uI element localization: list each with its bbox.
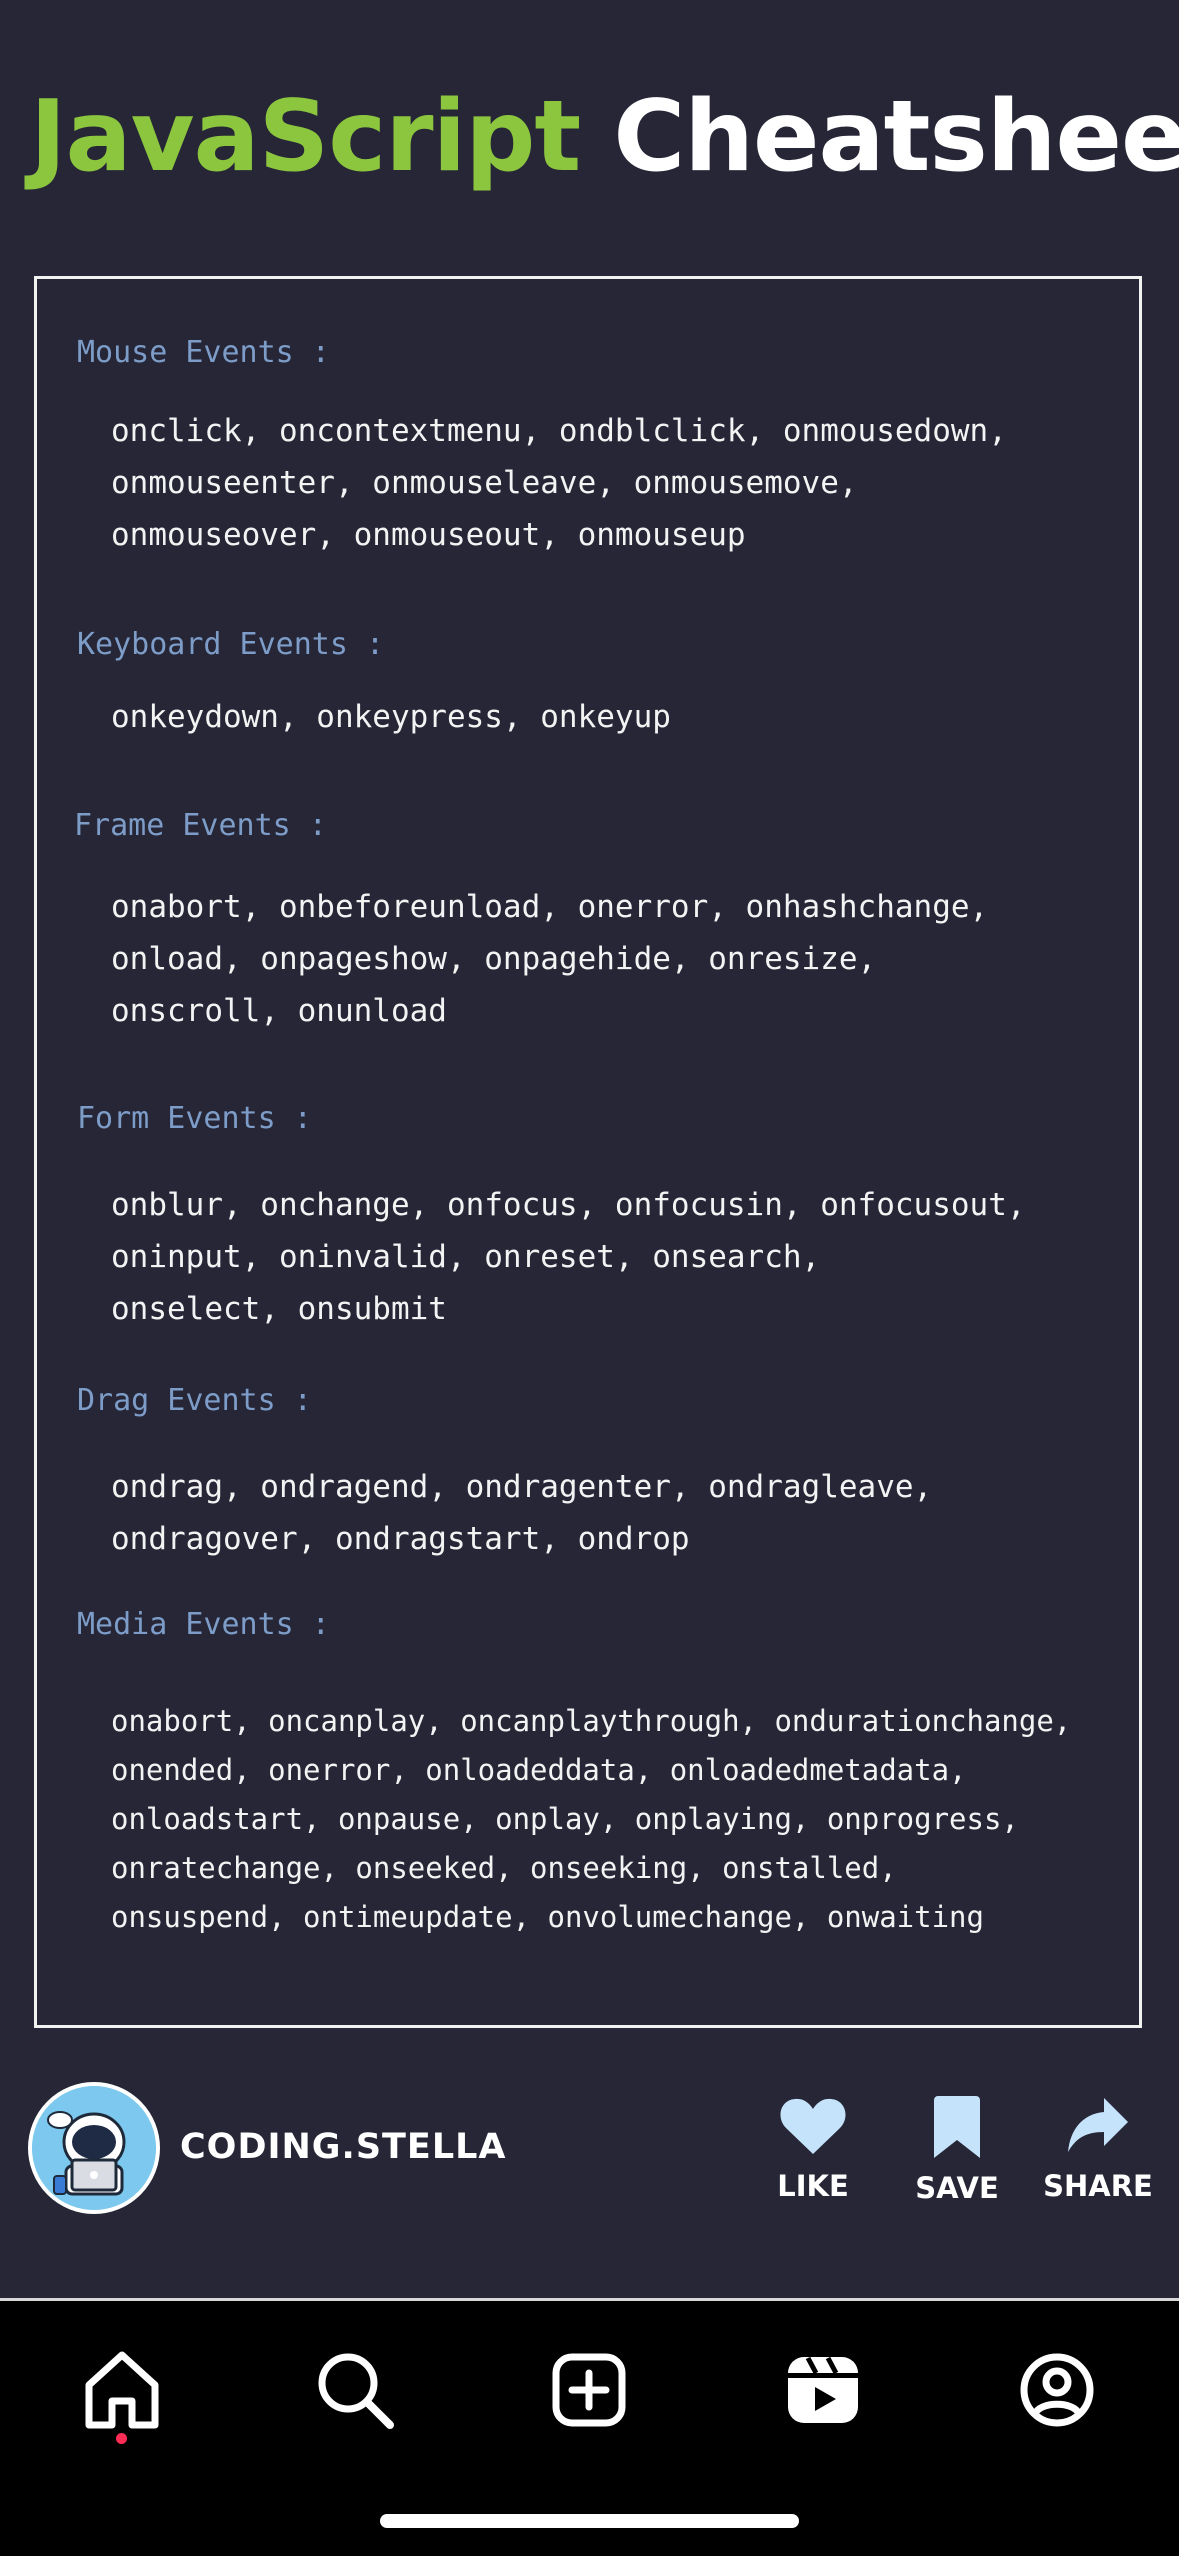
- page-title: JavaScript Cheatsheet: [30, 72, 1179, 202]
- event-line: onmouseenter, onmouseleave, onmousemove,: [111, 465, 858, 501]
- home-tab[interactable]: [77, 2345, 167, 2435]
- section-body-keyboard: onkeydown, onkeypress, onkeyup: [111, 691, 671, 743]
- share-button[interactable]: SHARE: [1033, 2096, 1163, 2206]
- section-heading-mouse: Mouse Events :: [77, 335, 330, 370]
- search-icon: [318, 2353, 394, 2429]
- section-heading-media: Media Events :: [77, 1607, 330, 1642]
- like-button[interactable]: LIKE: [748, 2096, 878, 2206]
- event-line: onloadstart, onpause, onplay, onplaying,…: [111, 1802, 1019, 1836]
- event-line: onscroll, onunload: [111, 993, 447, 1029]
- event-line: onratechange, onseeked, onseeking, onsta…: [111, 1851, 897, 1885]
- section-body-frame: onabort, onbeforeunload, onerror, onhash…: [111, 881, 988, 1037]
- home-indicator-bar: [380, 2514, 799, 2528]
- event-line: onabort, onbeforeunload, onerror, onhash…: [111, 889, 989, 925]
- section-heading-keyboard: Keyboard Events :: [77, 627, 385, 662]
- save-label: SAVE: [915, 2171, 999, 2205]
- share-arrow-icon: [1068, 2098, 1128, 2152]
- create-post-icon: [552, 2353, 626, 2427]
- event-line: oninput, oninvalid, onreset, onsearch,: [111, 1239, 821, 1275]
- astronaut-avatar-icon[interactable]: [28, 2082, 160, 2214]
- bookmark-icon: [934, 2096, 980, 2158]
- event-line: onabort, oncanplay, oncanplaythrough, on…: [111, 1704, 1072, 1738]
- section-heading-drag: Drag Events :: [77, 1383, 312, 1418]
- section-heading-form: Form Events :: [77, 1101, 312, 1136]
- event-line: onmouseover, onmouseout, onmouseup: [111, 517, 746, 553]
- title-cheatsheet: Cheatsheet: [613, 80, 1179, 194]
- event-line: onsuspend, ontimeupdate, onvolumechange,…: [111, 1900, 984, 1934]
- profile-tab[interactable]: [1012, 2345, 1102, 2435]
- astronaut-icon: [32, 2086, 156, 2210]
- event-line: onclick, oncontextmenu, ondblclick, onmo…: [111, 413, 1007, 449]
- event-line: onkeydown, onkeypress, onkeyup: [111, 699, 671, 735]
- like-label: LIKE: [777, 2169, 849, 2203]
- event-line: onended, onerror, onloadeddata, onloaded…: [111, 1753, 967, 1787]
- notification-dot: [116, 2433, 127, 2444]
- search-tab[interactable]: [310, 2345, 400, 2435]
- event-line: ondragover, ondragstart, ondrop: [111, 1521, 690, 1557]
- event-line: onblur, onchange, onfocus, onfocusin, on…: [111, 1187, 1026, 1223]
- section-body-mouse: onclick, oncontextmenu, ondblclick, onmo…: [111, 405, 1007, 561]
- heart-icon: [780, 2098, 846, 2154]
- cheatsheet-post: JavaScript Cheatsheet Mouse Events : onc…: [0, 0, 1179, 2556]
- event-line: ondrag, ondragend, ondragenter, ondragle…: [111, 1469, 933, 1505]
- reels-icon: [788, 2356, 858, 2423]
- section-body-media: onabort, oncanplay, oncanplaythrough, on…: [111, 1697, 1071, 1942]
- author-handle[interactable]: CODING.STELLA: [180, 2122, 507, 2172]
- home-icon: [85, 2351, 159, 2429]
- share-label: SHARE: [1043, 2169, 1153, 2203]
- create-tab[interactable]: [544, 2345, 634, 2435]
- profile-icon: [1020, 2353, 1094, 2427]
- section-body-drag: ondrag, ondragend, ondragenter, ondragle…: [111, 1461, 932, 1565]
- event-line: onload, onpageshow, onpagehide, onresize…: [111, 941, 877, 977]
- cheatsheet-card: Mouse Events : onclick, oncontextmenu, o…: [34, 276, 1142, 2028]
- event-line: onselect, onsubmit: [111, 1291, 447, 1327]
- reels-tab[interactable]: [778, 2345, 868, 2435]
- title-javascript: JavaScript: [30, 80, 581, 194]
- section-heading-frame: Frame Events :: [74, 808, 327, 843]
- save-button[interactable]: SAVE: [892, 2096, 1022, 2208]
- section-body-form: onblur, onchange, onfocus, onfocusin, on…: [111, 1179, 1026, 1335]
